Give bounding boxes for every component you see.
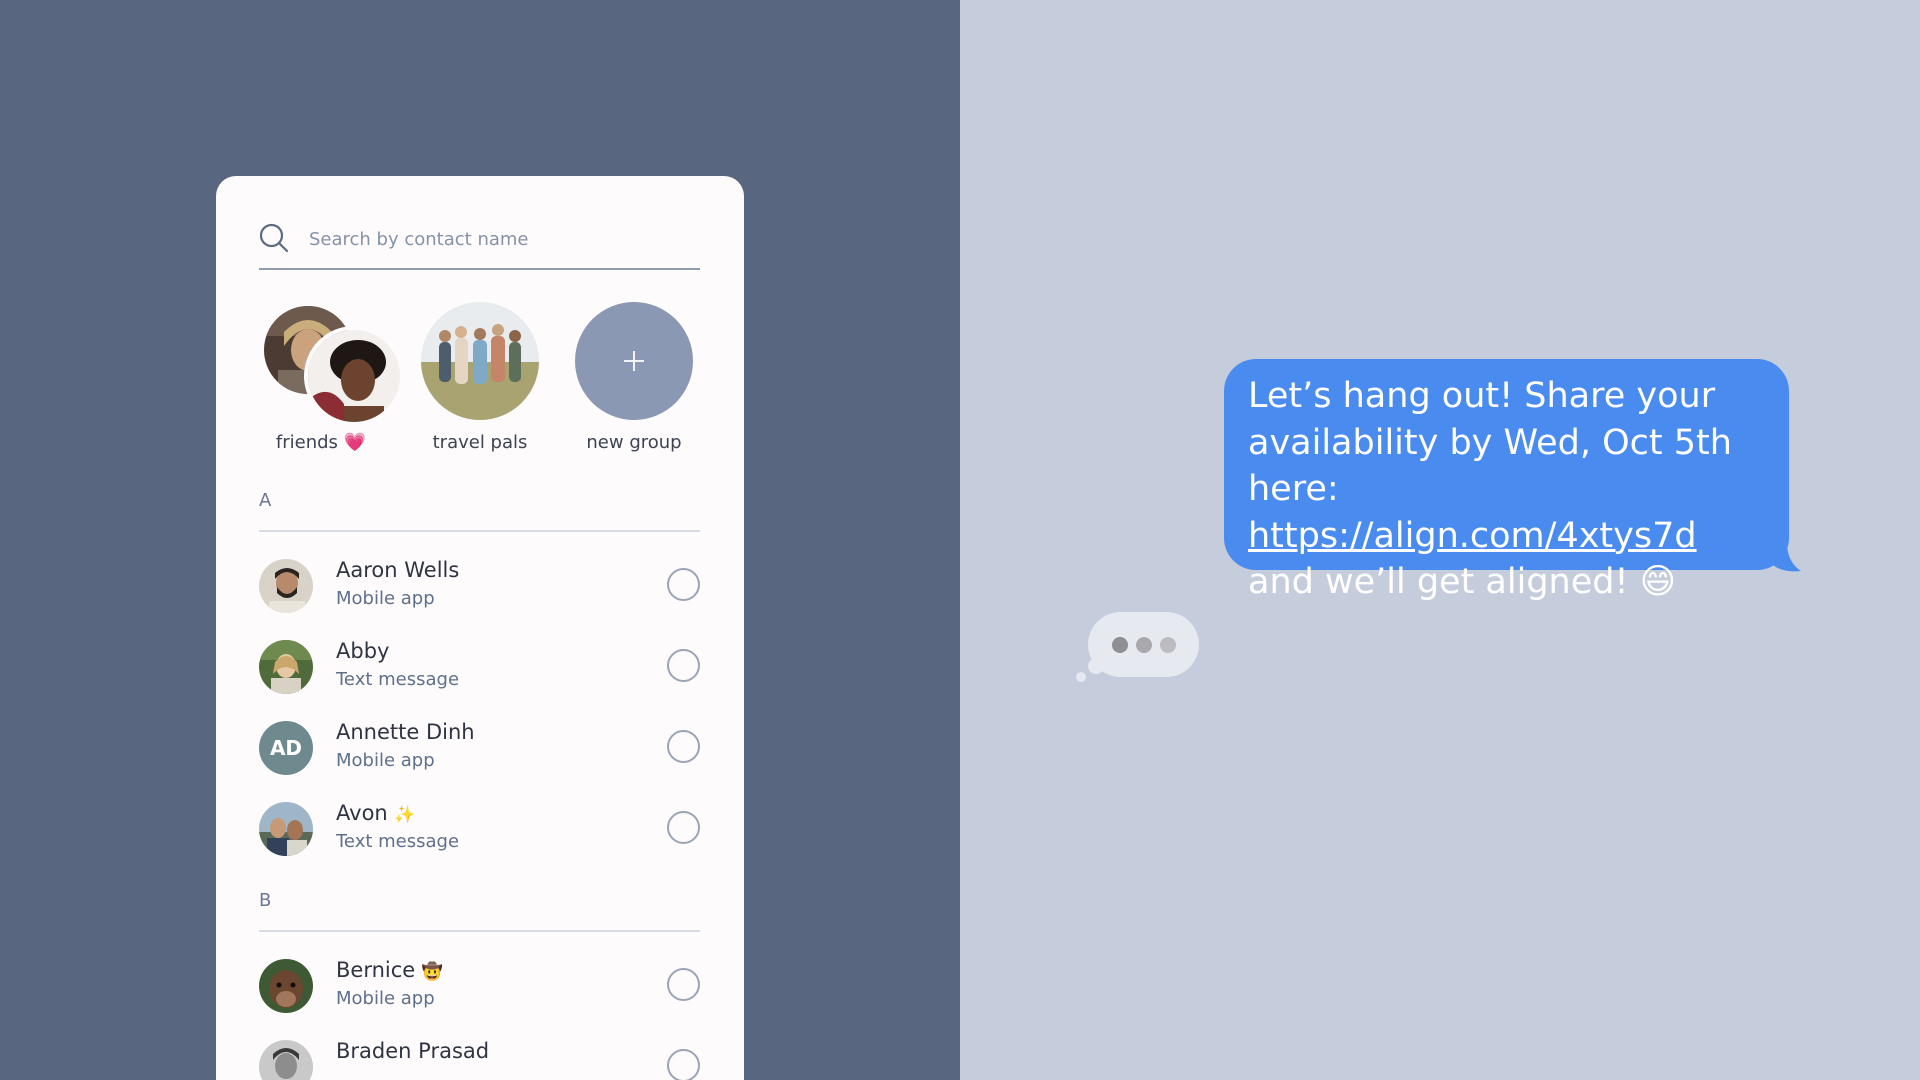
section-divider <box>259 530 700 532</box>
group-friends[interactable]: friends 💗 <box>256 302 404 453</box>
select-radio[interactable] <box>667 568 700 601</box>
contact-name: Avon ✨ <box>336 801 416 825</box>
section-letter-a: A <box>259 490 272 511</box>
message-line: and we’ll get aligned! 😄 <box>1248 562 1677 602</box>
select-radio[interactable] <box>667 811 700 844</box>
typing-indicator <box>1088 612 1199 677</box>
group-label-travel-pals: travel pals <box>432 432 528 453</box>
avatar-abby <box>259 640 313 694</box>
section-divider <box>259 930 700 932</box>
avatar-aaron-wells <box>259 559 313 613</box>
group-avatar-travel-pals <box>421 302 539 420</box>
contact-name: Braden Prasad <box>336 1039 490 1063</box>
select-radio[interactable] <box>667 649 700 682</box>
select-radio[interactable] <box>667 730 700 763</box>
avatar-bernice <box>259 959 313 1013</box>
typing-dot <box>1159 636 1176 653</box>
typing-tail-small <box>1076 672 1086 682</box>
contact-row-bernice[interactable]: Bernice 🤠 Mobile app <box>259 954 700 1020</box>
contact-row-avon[interactable]: Avon ✨ Text message <box>259 797 700 863</box>
group-label-friends: friends 💗 <box>275 432 367 453</box>
contact-channel: Text message <box>336 669 460 690</box>
typing-dot <box>1135 636 1152 653</box>
group-label-new: new group <box>586 432 682 453</box>
contact-row-aaron-wells[interactable]: Aaron Wells Mobile app <box>259 554 700 620</box>
group-avatar-friends <box>262 302 404 426</box>
message-line: Let’s hang out! Share your <box>1248 376 1716 416</box>
contact-name: Annette Dinh <box>336 720 475 744</box>
plus-icon <box>624 351 644 371</box>
friend-photo-2 <box>304 326 404 426</box>
avatar-braden-prasad <box>259 1040 313 1080</box>
contact-picker-card: friends 💗 <box>216 176 744 1080</box>
group-new[interactable]: new group <box>569 302 699 453</box>
select-radio[interactable] <box>667 1049 700 1080</box>
contact-channel: Mobile app <box>336 750 435 771</box>
search-icon <box>259 223 289 253</box>
contact-name: Abby <box>336 639 390 663</box>
avatar-avon <box>259 802 313 856</box>
message-link[interactable]: https://align.com/4xtys7d <box>1248 516 1697 556</box>
heart-emoji-icon: 💗 <box>343 432 367 453</box>
contact-channel: Mobile app <box>336 588 435 609</box>
message-bubble: Let’s hang out! Share your availability … <box>1224 359 1789 602</box>
travel-pals-photo <box>421 302 539 420</box>
group-travel-pals[interactable]: travel pals <box>415 302 545 453</box>
message-line: availability by Wed, Oct 5th <box>1248 422 1732 463</box>
grinning-emoji-icon: 😄 <box>1639 562 1677 602</box>
search-bar <box>259 223 700 270</box>
contact-channel: Mobile app <box>336 988 435 1009</box>
search-input[interactable] <box>307 225 691 253</box>
contact-row-annette-dinh[interactable]: AD Annette Dinh Mobile app <box>259 716 700 782</box>
cowboy-emoji-icon: 🤠 <box>421 962 444 982</box>
section-letter-b: B <box>259 890 272 911</box>
typing-dot <box>1111 636 1128 653</box>
contact-name: Aaron Wells <box>336 558 460 582</box>
contact-name: Bernice 🤠 <box>336 958 444 982</box>
message-line: here: https://align.com/4xtys7d <box>1248 469 1697 556</box>
sparkles-emoji-icon: ✨ <box>394 805 416 825</box>
contact-row-braden-prasad[interactable]: Braden Prasad <box>259 1035 700 1080</box>
contact-row-abby[interactable]: Abby Text message <box>259 635 700 701</box>
avatar-initials: AD <box>259 721 313 775</box>
new-group-button[interactable] <box>575 302 693 420</box>
select-radio[interactable] <box>667 968 700 1001</box>
contact-channel: Text message <box>336 831 460 852</box>
